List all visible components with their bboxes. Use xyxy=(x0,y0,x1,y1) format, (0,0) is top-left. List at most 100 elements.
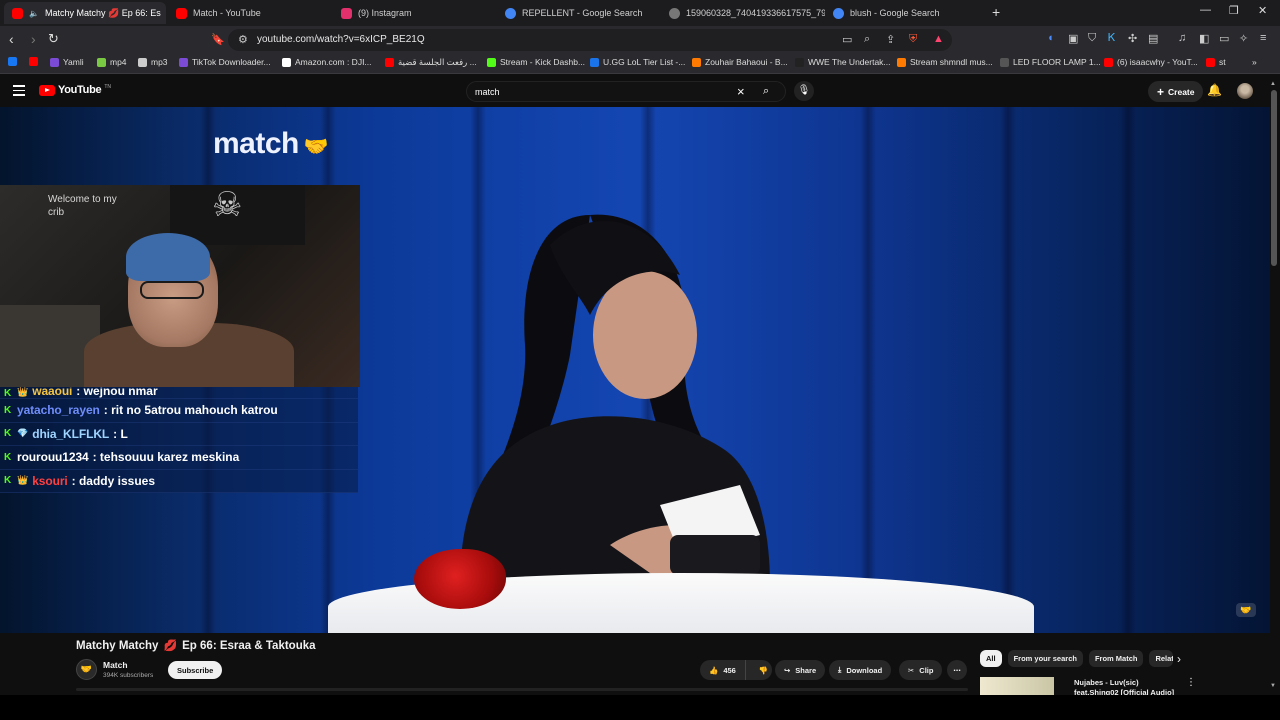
scroll-down-arrow-icon[interactable]: ▼ xyxy=(1270,683,1276,689)
channel-name[interactable]: Match xyxy=(103,660,128,670)
tab-title: (9) Instagram xyxy=(358,8,412,18)
thumbs-up-icon: 👍 xyxy=(709,665,719,675)
back-button[interactable]: ‹ xyxy=(9,31,14,47)
subscribe-button[interactable]: Subscribe xyxy=(168,661,223,679)
recommendation-menu-icon[interactable]: ⋮ xyxy=(1186,677,1196,688)
tab-repellent-search[interactable]: REPELLENT - Google Search xyxy=(497,2,661,24)
extension-icon[interactable]: ▤ xyxy=(1148,32,1158,45)
bookmark-item[interactable]: TikTok Downloader... xyxy=(179,57,271,67)
search-icon[interactable]: ⌕ xyxy=(763,85,769,98)
more-dots-icon: ⋯ xyxy=(953,665,961,675)
bookmark-item[interactable]: st xyxy=(1206,57,1226,67)
channel-avatar[interactable]: 🤝 xyxy=(76,659,97,680)
bookmark-item[interactable]: (6) isaacwhy - YouT... xyxy=(1104,57,1198,67)
recommendation-title[interactable]: Nujabes - Luv(sic) feat.Shing02 [Officia… xyxy=(1074,678,1180,696)
brave-shield-icon[interactable]: ⛨ xyxy=(909,33,917,46)
red-rose xyxy=(414,549,506,609)
like-count: 456 xyxy=(723,665,736,675)
chip-all[interactable]: All xyxy=(980,650,1002,667)
chip-from-match[interactable]: From Match xyxy=(1088,650,1144,667)
forward-button[interactable]: › xyxy=(31,31,36,47)
clip-button[interactable]: ✂ Clip xyxy=(899,660,943,680)
create-button[interactable]: + Create xyxy=(1148,81,1204,102)
extension-icon[interactable]: ◖ xyxy=(1047,32,1054,44)
search-box[interactable]: match × ⌕ xyxy=(466,81,786,102)
bookmark-favicon-icon xyxy=(138,57,147,67)
kick-icon: K xyxy=(4,475,12,487)
chat-username[interactable]: rourouu1234 xyxy=(17,450,89,464)
bookmark-item[interactable]: mp4 xyxy=(97,57,127,67)
brave-rewards-icon[interactable]: ▲ xyxy=(933,33,944,45)
chat-username[interactable]: dhia_KLFLKL xyxy=(32,427,109,441)
extension-icon[interactable]: Ꮶ xyxy=(1108,32,1116,45)
video-player[interactable]: match 🤝 🤝 Welcome to my crib ☠ K 👑 waaoui:… xyxy=(0,107,1270,633)
chip-from-your-search[interactable]: From your search xyxy=(1007,650,1083,667)
bookmark-item[interactable]: U.GG LoL Tier List -... xyxy=(590,57,685,67)
new-tab-button[interactable]: + xyxy=(992,4,1000,20)
account-avatar[interactable] xyxy=(1237,83,1253,99)
tab-match-youtube[interactable]: Match - YouTube xyxy=(168,2,333,24)
recommendation-thumbnail[interactable] xyxy=(980,677,1054,695)
site-info-icon[interactable]: ⚙ xyxy=(238,33,248,46)
chat-username[interactable]: yatacho_rayen xyxy=(17,403,100,417)
scroll-up-arrow-icon[interactable]: ▲ xyxy=(1270,81,1276,87)
bookmark-label: U.GG LoL Tier List -... xyxy=(603,57,686,67)
bookmark-item[interactable] xyxy=(29,57,38,66)
chat-username[interactable]: ksouri xyxy=(32,474,68,488)
bookmark-item[interactable]: mp3 xyxy=(138,57,168,67)
download-button[interactable]: ⤓ Download xyxy=(829,660,892,680)
cast-icon[interactable]: ▭ xyxy=(842,33,852,46)
tab-blush-search[interactable]: blush - Google Search xyxy=(825,2,989,24)
share-button[interactable]: ↪ Share xyxy=(775,660,826,680)
youtube-favicon xyxy=(12,7,23,19)
zoom-icon[interactable]: ⌕ xyxy=(864,33,870,46)
close-window-button[interactable]: ✕ xyxy=(1258,4,1267,17)
bookmark-item[interactable] xyxy=(8,57,17,66)
tab-matchy-matchy[interactable]: 🔈 Matchy Matchy 💋 Ep 66: Es ✕ xyxy=(4,2,166,24)
bookmark-item[interactable]: Zouhair Bahaoui - B... xyxy=(692,57,788,67)
bookmark-item[interactable]: رفعت الجلسة قضية ... xyxy=(385,57,477,68)
sidebar-icon[interactable]: ◧ xyxy=(1199,32,1209,45)
restore-button[interactable]: ❐ xyxy=(1229,4,1239,17)
dislike-button[interactable]: 👎 xyxy=(751,666,776,675)
clear-search-icon[interactable]: × xyxy=(737,84,745,99)
chat-username[interactable]: waaoui xyxy=(32,387,72,398)
tab-image-file[interactable]: 159060328_740419336617575_7964 xyxy=(661,2,825,24)
bookmark-item[interactable]: Stream - Kick Dashb... xyxy=(487,57,585,67)
menu-icon[interactable]: ≡ xyxy=(1260,32,1266,44)
chip-related[interactable]: Related xyxy=(1149,650,1174,667)
hamburger-menu-icon[interactable] xyxy=(13,85,25,99)
extension-icon[interactable]: ⛉ xyxy=(1088,32,1096,45)
chat-message: K 👑 ksouri: daddy issues xyxy=(0,469,358,493)
bookmark-item[interactable]: Stream shmndl mus... xyxy=(897,57,993,67)
wallet-icon[interactable]: ▭ xyxy=(1219,32,1229,45)
streamer-webcam-overlay: Welcome to my crib ☠ xyxy=(0,185,360,387)
share-page-icon[interactable]: ⇪ xyxy=(886,33,895,46)
tab-instagram[interactable]: (9) Instagram xyxy=(333,2,497,24)
page-scrollbar[interactable] xyxy=(1271,90,1277,266)
more-bookmarks-icon[interactable]: » xyxy=(1252,57,1257,67)
more-actions-button[interactable]: ⋯ xyxy=(947,660,967,680)
like-button[interactable]: 👍 456 xyxy=(700,660,746,680)
bookmark-favicon-icon xyxy=(385,58,394,67)
bookmark-item[interactable]: Yamli xyxy=(50,57,84,67)
notifications-bell-icon[interactable]: 🔔 xyxy=(1207,83,1222,97)
puzzle-icon[interactable]: ✣ xyxy=(1128,32,1137,45)
voice-search-icon[interactable]: 🎙 xyxy=(794,81,814,101)
bookmark-item[interactable]: Amazon.com : DJI... xyxy=(282,57,372,67)
extension-icon[interactable]: ▣ xyxy=(1068,32,1078,45)
video-title: Matchy Matchy 💋 Ep 66: Esraa & Taktouka xyxy=(76,639,316,653)
bookmark-icon[interactable]: 🔖 xyxy=(211,33,225,46)
media-icon[interactable]: ♫ xyxy=(1178,32,1186,44)
bookmark-item[interactable]: WWE The Undertak... xyxy=(795,57,891,67)
search-input[interactable]: match xyxy=(475,87,500,97)
reload-button[interactable]: ↻ xyxy=(48,31,59,47)
chevron-right-icon[interactable]: › xyxy=(1177,652,1181,666)
address-bar[interactable]: ⚙ youtube.com/watch?v=6xICP_BE21Q ▭ ⌕ ⇪ … xyxy=(228,29,952,51)
youtube-wordmark: YouTube xyxy=(58,84,102,96)
bookmark-favicon-icon xyxy=(1206,57,1215,67)
youtube-logo[interactable]: YouTube TN xyxy=(39,84,111,96)
minimize-button[interactable]: — xyxy=(1200,4,1211,16)
leo-ai-icon[interactable]: ✧ xyxy=(1239,32,1248,45)
bookmark-item[interactable]: LED FLOOR LAMP 1... xyxy=(1000,57,1101,67)
